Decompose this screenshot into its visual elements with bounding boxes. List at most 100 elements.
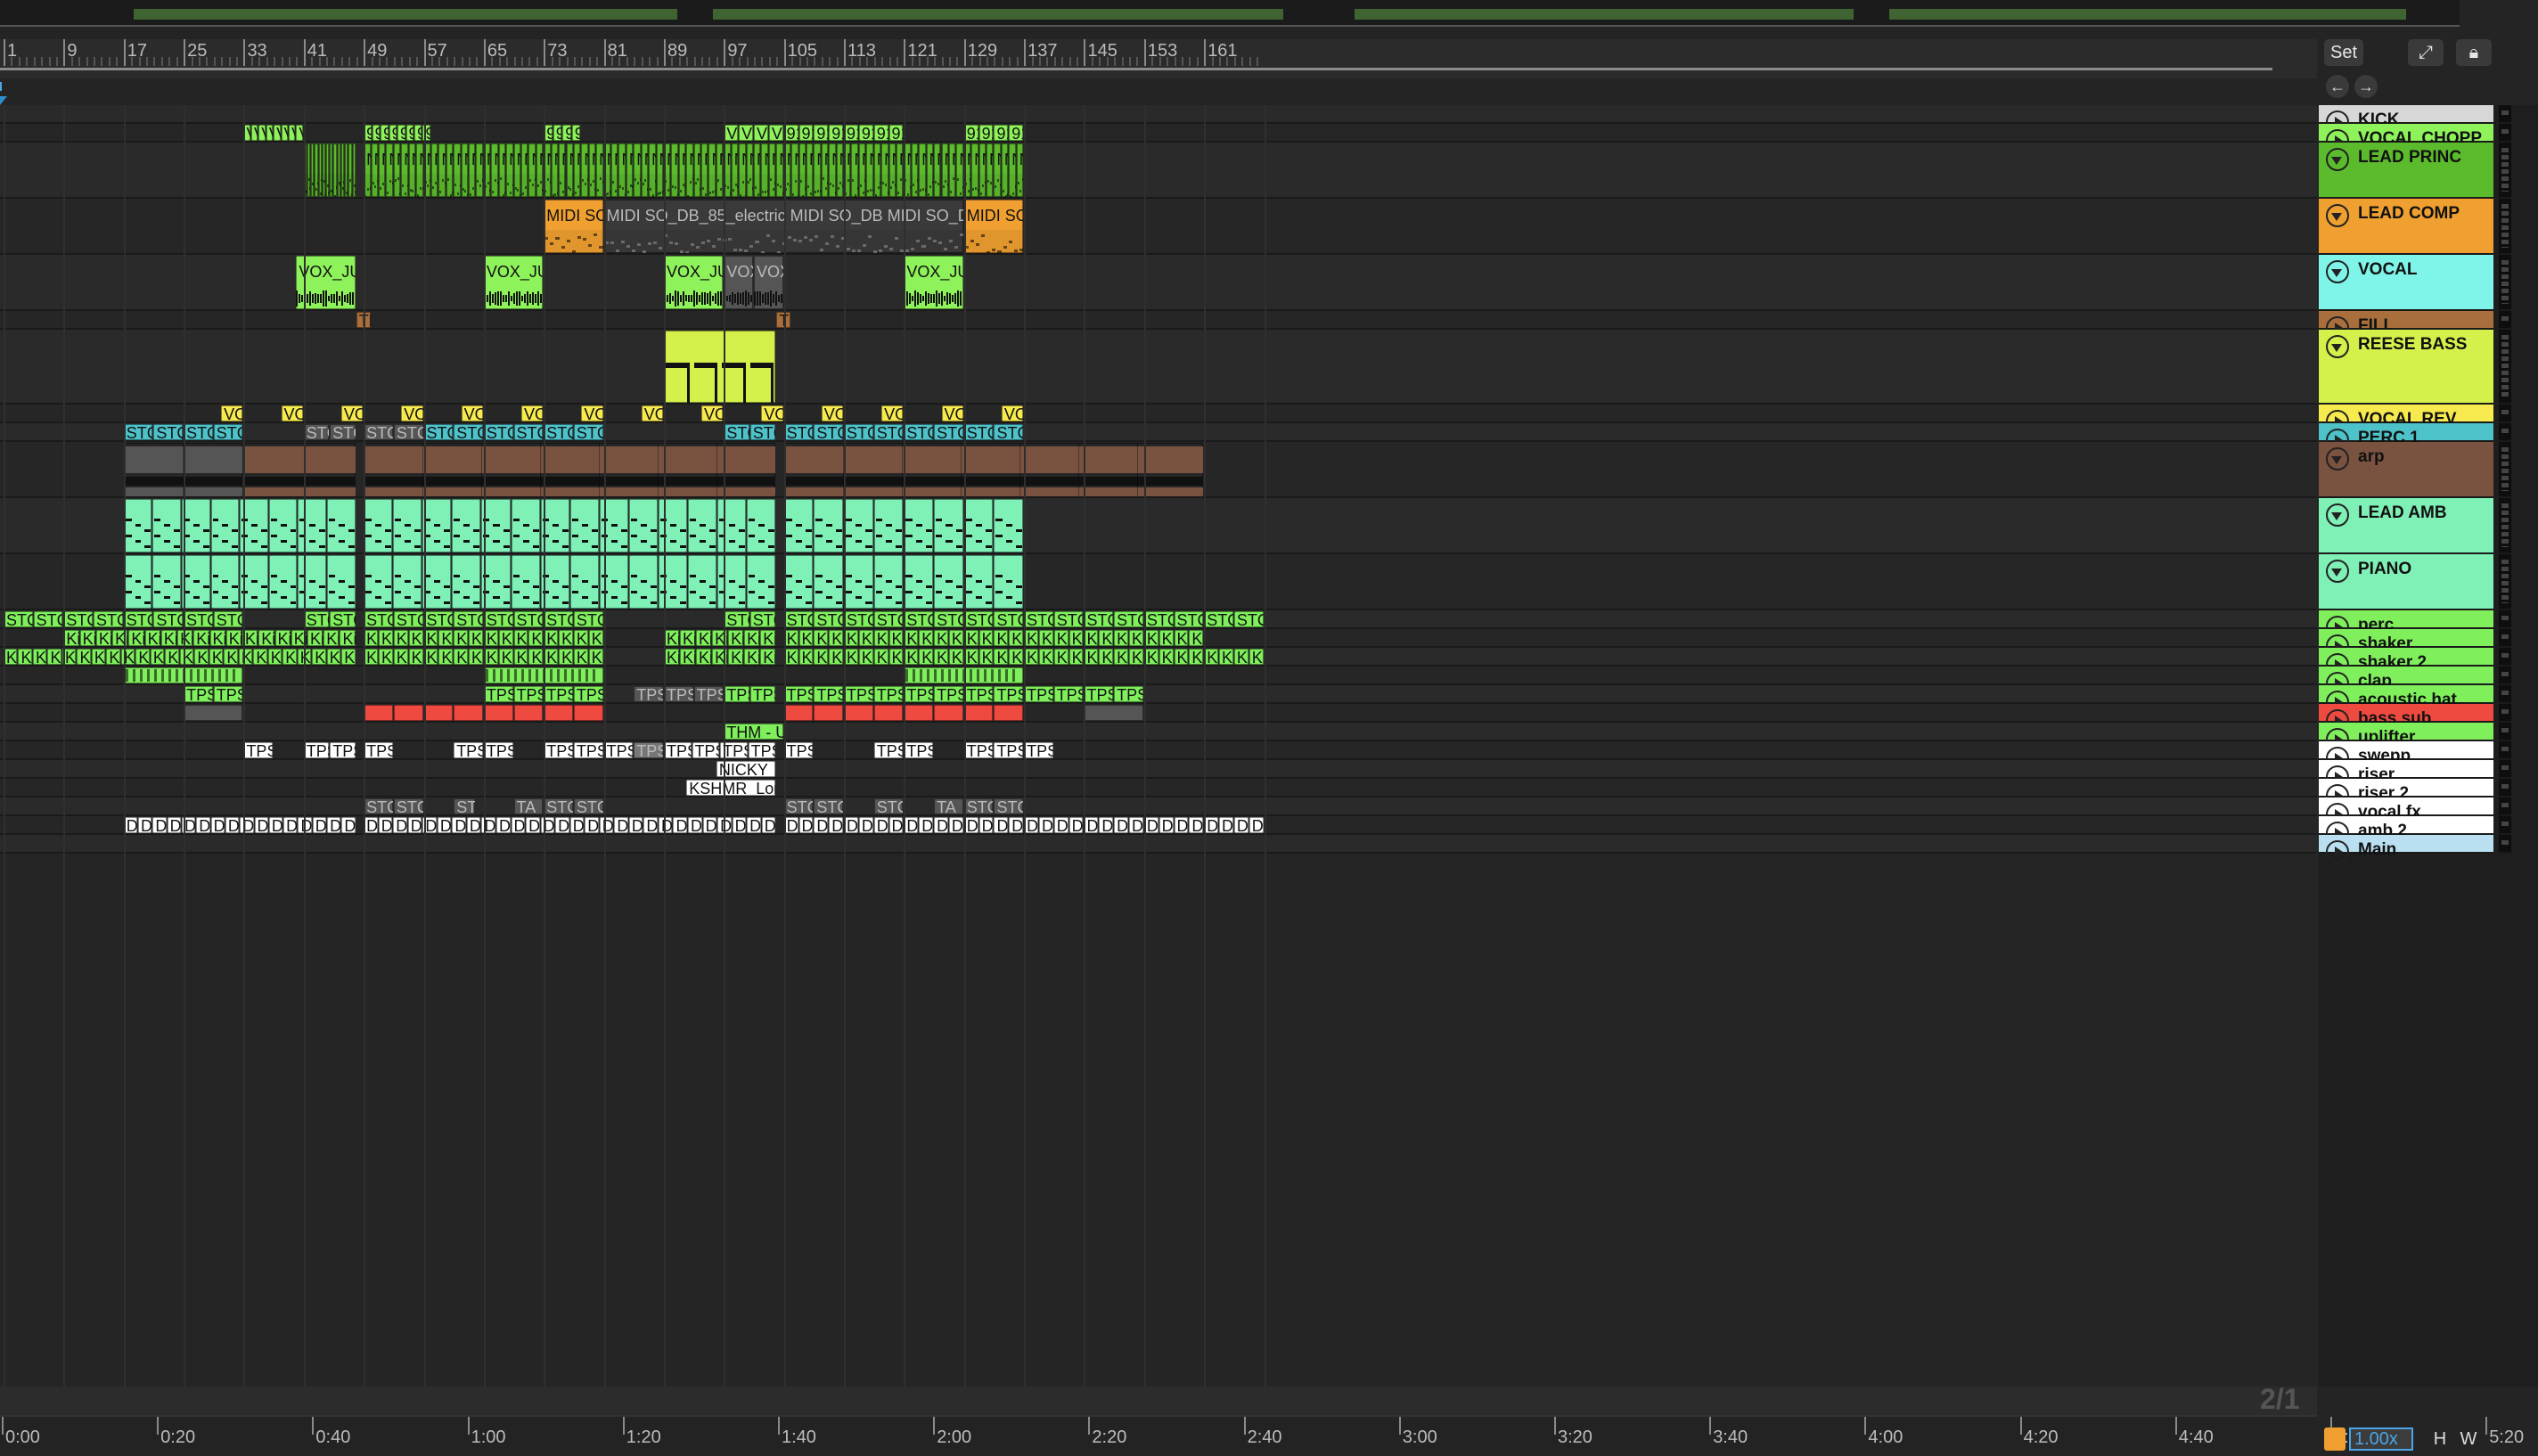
track-header[interactable]: acoustic hat: [2319, 685, 2493, 714]
clip[interactable]: N: [829, 143, 836, 197]
clip[interactable]: N: [573, 143, 581, 197]
clip[interactable]: DS_BI: [123, 817, 138, 833]
clip[interactable]: VC: [274, 125, 281, 141]
clip[interactable]: [628, 555, 658, 609]
clip[interactable]: Kit: [544, 630, 559, 646]
clip[interactable]: Kit: [483, 630, 498, 646]
arrangement-view[interactable]: VCVCVCVCVCVCVCVC919191919191919191919191…: [0, 105, 2317, 1386]
clip[interactable]: N: [701, 143, 708, 197]
clip[interactable]: N: [806, 143, 814, 197]
clip[interactable]: TPS -: [749, 686, 776, 702]
clip[interactable]: VOX: [340, 405, 364, 421]
clip[interactable]: DS_BI: [702, 817, 717, 833]
clip[interactable]: DS_BI: [732, 817, 747, 833]
clip[interactable]: DS_BI: [496, 817, 511, 833]
clip[interactable]: Kit: [128, 630, 144, 646]
track-lane[interactable]: [0, 667, 2317, 685]
track-lane[interactable]: VOX_JULIENVOX_JULIEVOX_JULIEVOXVOXVOX_JU…: [0, 255, 2317, 311]
clip[interactable]: 91: [858, 125, 873, 141]
clip[interactable]: Kit: [393, 630, 408, 646]
fold-down-icon[interactable]: [2326, 560, 2349, 583]
fold-down-icon[interactable]: [2326, 148, 2349, 171]
clip[interactable]: VC: [250, 125, 258, 141]
clip[interactable]: STCR: [934, 611, 963, 627]
nav-left-icon[interactable]: ←: [2326, 75, 2349, 98]
clip[interactable]: N: [768, 143, 776, 197]
clip[interactable]: N: [551, 143, 559, 197]
clip[interactable]: [717, 499, 747, 552]
clip[interactable]: DS_BI: [540, 817, 555, 833]
clip[interactable]: Kit: [144, 630, 160, 646]
clip[interactable]: N: [1009, 143, 1016, 197]
clip[interactable]: Kit: [760, 630, 776, 646]
clip[interactable]: TPS -: [934, 686, 963, 702]
clip[interactable]: STCR: [393, 424, 423, 440]
clip[interactable]: N: [641, 143, 649, 197]
clip[interactable]: Kit: [904, 649, 919, 665]
clip[interactable]: DS_BI: [138, 817, 152, 833]
track-header[interactable]: shaker 2: [2319, 648, 2493, 676]
clip[interactable]: STCR: [963, 424, 994, 440]
clip[interactable]: DS_BI: [341, 817, 356, 833]
clip[interactable]: Kit: [588, 630, 603, 646]
clip[interactable]: [963, 499, 994, 552]
clip[interactable]: STCR: [814, 424, 844, 440]
nav-right-icon[interactable]: →: [2354, 75, 2378, 98]
clip[interactable]: N: [318, 143, 322, 197]
clip[interactable]: [152, 555, 181, 609]
clip[interactable]: STCR: [423, 611, 454, 627]
clip[interactable]: Kit: [454, 630, 469, 646]
clip[interactable]: TPS -: [873, 686, 904, 702]
track-header[interactable]: uplifter: [2319, 723, 2493, 751]
clip[interactable]: STCR: [783, 424, 814, 440]
clip[interactable]: Kit: [963, 649, 978, 665]
clip[interactable]: [814, 499, 844, 552]
clip[interactable]: [873, 555, 904, 609]
clip[interactable]: Kit: [150, 649, 165, 665]
clip[interactable]: N: [340, 143, 345, 197]
clip[interactable]: STCR: [1143, 611, 1174, 627]
track-lane[interactable]: THM - Uplift: [0, 723, 2317, 741]
clip[interactable]: N: [798, 143, 806, 197]
clip[interactable]: N: [821, 143, 829, 197]
clip[interactable]: [422, 555, 452, 609]
clip[interactable]: N: [994, 143, 1001, 197]
clip[interactable]: 91: [372, 125, 381, 141]
clip[interactable]: [844, 555, 873, 609]
clip[interactable]: Kit: [513, 630, 528, 646]
clip[interactable]: N: [836, 143, 844, 197]
clip[interactable]: VOX: [461, 405, 483, 421]
clip[interactable]: DS_BI: [1129, 817, 1143, 833]
clip[interactable]: Kit: [844, 630, 858, 646]
clip[interactable]: Kit: [696, 630, 712, 646]
fold-down-icon[interactable]: [2326, 503, 2349, 527]
clip[interactable]: [783, 499, 814, 552]
clip[interactable]: [628, 499, 658, 552]
clip[interactable]: N: [386, 143, 393, 197]
clip[interactable]: N: [469, 143, 476, 197]
clip[interactable]: DS_BI: [1053, 817, 1068, 833]
clip[interactable]: [783, 555, 814, 609]
clip[interactable]: N: [611, 143, 618, 197]
clip[interactable]: STCR: [783, 798, 814, 814]
clip[interactable]: DS_BI: [1114, 817, 1128, 833]
track-lane[interactable]: [0, 442, 2317, 498]
clip[interactable]: TPS -: [634, 742, 663, 758]
track-lane[interactable]: VOXVOXVOXVOXVOXVOXVOXVOXVOXVOXVOXVOXVOXV…: [0, 405, 2317, 423]
clip[interactable]: DS_BI: [1174, 817, 1189, 833]
clip[interactable]: N: [731, 143, 739, 197]
clip[interactable]: VOX: [761, 405, 783, 421]
clip[interactable]: [123, 555, 152, 609]
track-header[interactable]: VOCAL: [2319, 255, 2493, 311]
clip[interactable]: [663, 331, 776, 403]
clip[interactable]: [364, 499, 393, 552]
w-button[interactable]: W: [2456, 1427, 2481, 1451]
track-header[interactable]: REESE BASS: [2319, 330, 2493, 405]
clip[interactable]: Kit: [1009, 649, 1024, 665]
clip[interactable]: Kit: [873, 649, 888, 665]
clip[interactable]: Kit: [1204, 649, 1219, 665]
clip[interactable]: Kit: [393, 649, 408, 665]
clip[interactable]: [844, 499, 873, 552]
clip[interactable]: Kit: [1099, 649, 1114, 665]
clip[interactable]: Kit: [919, 630, 934, 646]
